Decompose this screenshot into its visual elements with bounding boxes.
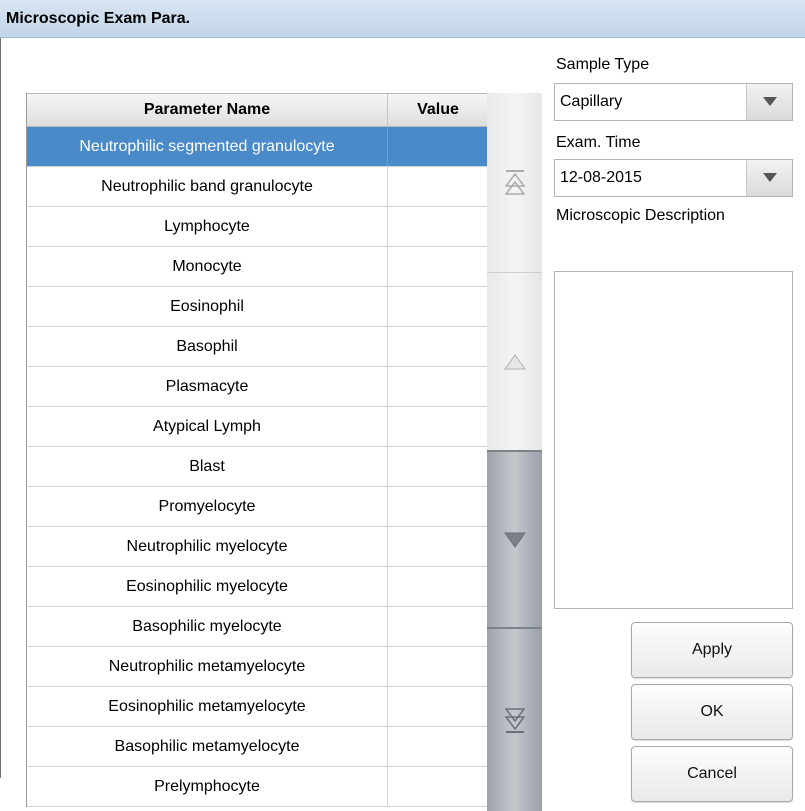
microscopic-description-textarea[interactable] bbox=[554, 271, 793, 609]
parameter-name-cell[interactable]: Basophil bbox=[27, 327, 388, 366]
parameter-name-cell[interactable]: Basophilic metamyelocyte bbox=[27, 727, 388, 766]
table-row[interactable]: Prelymphocyte bbox=[27, 767, 488, 807]
parameter-name-cell[interactable]: Neutrophilic band granulocyte bbox=[27, 167, 388, 206]
dialog-body: Parameter Name Value Neutrophilic segmen… bbox=[0, 38, 805, 811]
window-title: Microscopic Exam Para. bbox=[6, 10, 191, 27]
parameter-name-cell[interactable]: Neutrophilic metamyelocyte bbox=[27, 647, 388, 686]
table-row[interactable]: Neutrophilic myelocyte bbox=[27, 527, 488, 567]
ok-button[interactable]: OK bbox=[631, 684, 793, 740]
chevron-down-icon bbox=[762, 173, 777, 182]
parameter-value-cell[interactable] bbox=[388, 127, 488, 166]
parameter-value-cell[interactable] bbox=[388, 167, 488, 206]
parameter-value-cell[interactable] bbox=[388, 567, 488, 606]
parameter-name-cell[interactable]: Plasmacyte bbox=[27, 367, 388, 406]
chevron-down-icon bbox=[762, 97, 777, 106]
table-row[interactable]: Basophilic myelocyte bbox=[27, 607, 488, 647]
column-header-value[interactable]: Value bbox=[388, 94, 488, 126]
parameter-name-cell[interactable]: Neutrophilic segmented granulocyte bbox=[27, 127, 388, 166]
exam-time-value: 12-08-2015 bbox=[560, 169, 642, 186]
parameter-value-cell[interactable] bbox=[388, 247, 488, 286]
up-arrow-icon bbox=[503, 353, 526, 369]
table-row[interactable]: Eosinophilic myelocyte bbox=[27, 567, 488, 607]
parameter-value-cell[interactable] bbox=[388, 727, 488, 766]
sample-type-dropdown[interactable]: Capillary bbox=[554, 83, 793, 121]
exam-time-label: Exam. Time bbox=[556, 134, 641, 151]
table-scrollbar bbox=[487, 93, 542, 811]
double-down-arrow-icon bbox=[504, 708, 525, 733]
scroll-up-button[interactable] bbox=[487, 273, 542, 450]
parameter-value-cell[interactable] bbox=[388, 207, 488, 246]
parameter-value-cell[interactable] bbox=[388, 327, 488, 366]
table-row[interactable]: Basophil bbox=[27, 327, 488, 367]
scroll-to-top-button[interactable] bbox=[487, 93, 542, 273]
table-row[interactable]: Promyelocyte bbox=[27, 487, 488, 527]
cancel-button[interactable]: Cancel bbox=[631, 746, 793, 802]
down-arrow-icon bbox=[503, 532, 526, 548]
table-row[interactable]: Blast bbox=[27, 447, 488, 487]
parameter-name-cell[interactable]: Lymphocyte bbox=[27, 207, 388, 246]
table-row[interactable]: Neutrophilic band granulocyte bbox=[27, 167, 488, 207]
table-row[interactable]: Neutrophilic metamyelocyte bbox=[27, 647, 488, 687]
parameter-value-cell[interactable] bbox=[388, 287, 488, 326]
parameter-value-cell[interactable] bbox=[388, 367, 488, 406]
parameter-name-cell[interactable]: Monocyte bbox=[27, 247, 388, 286]
parameter-name-cell[interactable]: Eosinophil bbox=[27, 287, 388, 326]
table-row[interactable]: Atypical Lymph bbox=[27, 407, 488, 447]
parameter-value-cell[interactable] bbox=[388, 607, 488, 646]
table-row[interactable]: Lymphocyte bbox=[27, 207, 488, 247]
parameter-name-cell[interactable]: Prelymphocyte bbox=[27, 767, 388, 806]
double-up-arrow-icon bbox=[504, 169, 525, 195]
sample-type-value: Capillary bbox=[560, 93, 623, 110]
parameter-name-cell[interactable]: Blast bbox=[27, 447, 388, 486]
parameter-table: Parameter Name Value Neutrophilic segmen… bbox=[26, 93, 489, 807]
table-row[interactable]: Monocyte bbox=[27, 247, 488, 287]
microscopic-description-label: Microscopic Description bbox=[556, 207, 725, 224]
parameter-name-cell[interactable]: Eosinophilic myelocyte bbox=[27, 567, 388, 606]
parameter-name-cell[interactable]: Promyelocyte bbox=[27, 487, 388, 526]
table-row[interactable]: Plasmacyte bbox=[27, 367, 488, 407]
parameter-name-cell[interactable]: Neutrophilic myelocyte bbox=[27, 527, 388, 566]
table-body: Neutrophilic segmented granulocyte Neutro… bbox=[27, 127, 488, 807]
sample-type-label: Sample Type bbox=[556, 56, 650, 73]
sample-type-dropdown-button[interactable] bbox=[746, 84, 792, 120]
parameter-value-cell[interactable] bbox=[388, 527, 488, 566]
parameter-value-cell[interactable] bbox=[388, 407, 488, 446]
parameter-name-cell[interactable]: Basophilic myelocyte bbox=[27, 607, 388, 646]
table-header: Parameter Name Value bbox=[27, 93, 488, 127]
window-title-bar: Microscopic Exam Para. bbox=[0, 0, 805, 38]
exam-time-dropdown[interactable]: 12-08-2015 bbox=[554, 159, 793, 197]
table-row[interactable]: Eosinophilic metamyelocyte bbox=[27, 687, 488, 727]
parameter-value-cell[interactable] bbox=[388, 447, 488, 486]
parameter-value-cell[interactable] bbox=[388, 687, 488, 726]
column-header-parameter-name[interactable]: Parameter Name bbox=[27, 94, 388, 126]
exam-time-dropdown-button[interactable] bbox=[746, 160, 792, 196]
scroll-down-button[interactable] bbox=[487, 450, 542, 627]
table-row[interactable]: Basophilic metamyelocyte bbox=[27, 727, 488, 767]
scroll-to-bottom-button[interactable] bbox=[487, 627, 542, 811]
parameter-value-cell[interactable] bbox=[388, 767, 488, 806]
table-row[interactable]: Eosinophil bbox=[27, 287, 488, 327]
parameter-name-cell[interactable]: Atypical Lymph bbox=[27, 407, 388, 446]
apply-button[interactable]: Apply bbox=[631, 622, 793, 678]
parameter-value-cell[interactable] bbox=[388, 647, 488, 686]
table-row[interactable]: Neutrophilic segmented granulocyte bbox=[27, 127, 488, 167]
parameter-value-cell[interactable] bbox=[388, 487, 488, 526]
parameter-name-cell[interactable]: Eosinophilic metamyelocyte bbox=[27, 687, 388, 726]
